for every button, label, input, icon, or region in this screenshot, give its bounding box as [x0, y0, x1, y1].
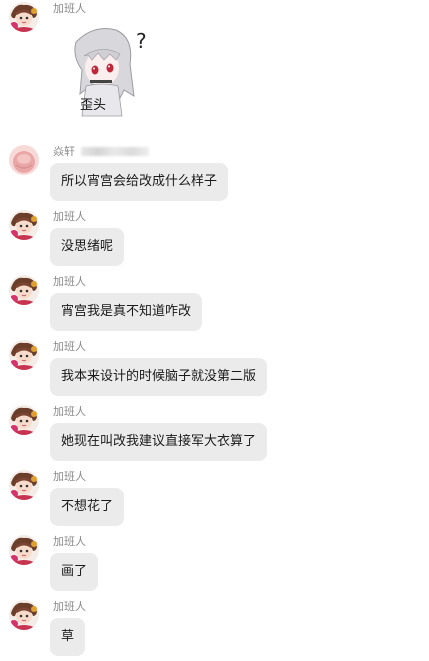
anime-girl-avatar[interactable] [9, 535, 39, 565]
sender-name: 加班人 [53, 210, 86, 223]
redacted-id [81, 146, 149, 156]
sticker-caption: 歪头 [80, 98, 107, 113]
sender-name: 加班人 [53, 2, 86, 15]
message-bubble[interactable]: 画了 [50, 553, 99, 591]
message-bubble[interactable]: 草 [50, 618, 86, 656]
svg-text:?: ? [136, 29, 147, 53]
sender-name: 焱轩 [53, 145, 149, 159]
sender-name: 加班人 [53, 340, 86, 353]
message-bubble[interactable]: 所以宵宫会给改成什么样子 [50, 163, 229, 201]
anime-girl-avatar[interactable] [9, 600, 39, 630]
anime-girl-avatar[interactable] [9, 340, 39, 370]
anime-girl-avatar[interactable] [9, 470, 39, 500]
sender-name: 加班人 [53, 535, 86, 548]
tilted-head-girl-icon: ? [50, 20, 168, 124]
sender-name: 加班人 [53, 405, 86, 418]
pink-blob-avatar[interactable] [9, 145, 39, 175]
sender-name: 加班人 [53, 600, 86, 613]
anime-girl-avatar[interactable] [9, 405, 39, 435]
message-bubble[interactable]: 她现在叫改我建议直接军大衣算了 [50, 423, 268, 461]
sender-name-text: 焱轩 [53, 145, 75, 158]
message-bubble[interactable]: 宵宫我是真不知道咋改 [50, 293, 203, 331]
anime-girl-avatar[interactable] [9, 2, 39, 32]
message-bubble[interactable]: 没思绪呢 [50, 228, 125, 266]
sticker-image[interactable]: ? 歪头 [50, 20, 168, 124]
chat-history[interactable]: 加班人 ? 歪头 焱轩 所以宵宫会给改成什么样子 加班人 没思绪呢 加班人 宵宫… [0, 0, 429, 661]
sender-name: 加班人 [53, 275, 86, 288]
message-bubble[interactable]: 我本来设计的时候脑子就没第二版 [50, 358, 268, 396]
sender-name: 加班人 [53, 470, 86, 483]
anime-girl-avatar[interactable] [9, 210, 39, 240]
anime-girl-avatar[interactable] [9, 275, 39, 305]
message-bubble[interactable]: 不想花了 [50, 488, 125, 526]
